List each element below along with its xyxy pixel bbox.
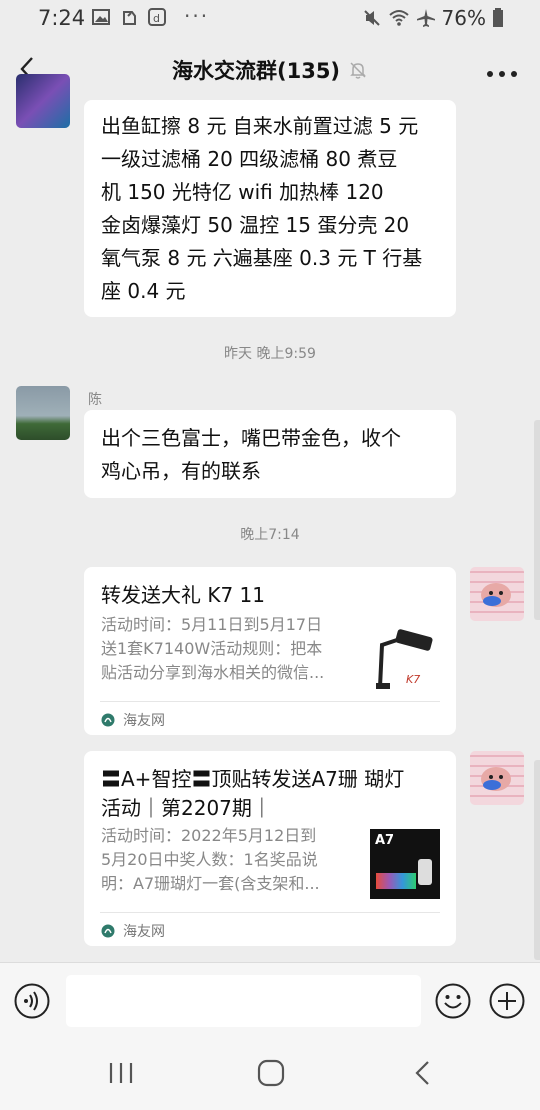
emoji-button[interactable]	[435, 983, 471, 1019]
message-line: 出鱼缸擦 8 元 自来水前置过滤 5 元	[101, 114, 419, 138]
card-source-name: 海友网	[123, 924, 165, 940]
card-desc-line: 活动时间：2022年5月12日到	[101, 826, 317, 845]
card-desc-line: 明：A7珊瑚灯一套(含支架和...	[101, 874, 320, 893]
chat-header: 海水交流群(135)	[0, 38, 540, 100]
message-bubble[interactable]: 出个三色富士，嘴巴带金色，收个 鸡心吊，有的联系	[84, 410, 456, 498]
more-dots-icon	[487, 71, 517, 77]
lamp-thumbnail-icon: K7	[376, 629, 433, 689]
card-source: 海友网	[101, 921, 165, 941]
message-line: 金卤爆藻灯 50 温控 15 蛋分壳 20	[101, 213, 410, 237]
status-bar: 7:24 d ··· 76%	[0, 0, 540, 38]
card-description: 活动时间：5月11日到5月17日 送1套K7140W活动规则：把本 贴活动分享到…	[101, 613, 351, 685]
status-right: 76%	[362, 6, 504, 30]
message-line: 氧气泵 8 元 六遍基座 0.3 元 T 行基	[101, 246, 423, 270]
avatar-self[interactable]	[470, 751, 524, 805]
card-desc-line: 贴活动分享到海水相关的微信...	[101, 663, 325, 682]
chat-title: 海水交流群(135)	[172, 59, 341, 83]
status-more-dots: ···	[184, 4, 210, 28]
status-time: 7:24	[38, 6, 86, 30]
system-back-button[interactable]	[408, 1058, 438, 1088]
edge-panel-handle[interactable]	[534, 420, 540, 620]
airplane-icon	[416, 9, 435, 27]
mute-vibrate-icon	[363, 10, 380, 26]
back-arrow-icon	[415, 1061, 429, 1085]
bell-off-icon	[350, 62, 366, 79]
card-desc-line: 5月20日中奖人数：1名奖品说	[101, 850, 318, 869]
cartoon-pig-icon	[481, 583, 511, 607]
message-bubble[interactable]: 出鱼缸擦 8 元 自来水前置过滤 5 元 一级过滤桶 20 四级滤桶 80 煮豆…	[84, 100, 456, 317]
message-text: 出鱼缸擦 8 元 自来水前置过滤 5 元 一级过滤桶 20 四级滤桶 80 煮豆…	[101, 110, 422, 308]
card-source: 海友网	[101, 710, 165, 730]
message-text: 出个三色富士，嘴巴带金色，收个 鸡心吊，有的联系	[101, 422, 401, 488]
card-title-line: 活动｜第2207期｜	[101, 796, 272, 820]
link-card[interactable]: 转发送大礼 K7 11 活动时间：5月11日到5月17日 送1套K7140W活动…	[84, 567, 456, 735]
source-logo-icon	[101, 924, 115, 938]
recents-icon	[109, 1063, 133, 1083]
card-divider	[100, 912, 440, 913]
cartoon-pig-icon	[481, 767, 511, 791]
card-source-name: 海友网	[123, 713, 165, 729]
battery-percent: 76%	[441, 6, 486, 30]
plus-circle-icon	[489, 983, 525, 1019]
emoji-icon	[435, 983, 471, 1019]
card-thumbnail: A7	[370, 829, 440, 899]
card-divider	[100, 701, 440, 702]
avatar[interactable]	[16, 386, 70, 440]
voice-icon	[14, 983, 50, 1019]
voice-button[interactable]	[14, 983, 50, 1019]
message-line: 出个三色富士，嘴巴带金色，收个	[101, 426, 401, 450]
system-nav-bar	[0, 1038, 540, 1110]
recent-apps-button[interactable]	[106, 1058, 136, 1088]
card-thumbnail: K7	[370, 625, 440, 695]
notification-icons: d	[92, 8, 166, 26]
message-line: 机 150 光特亿 wifi 加热棒 120	[101, 180, 384, 204]
thumb-text: K7	[406, 673, 420, 686]
message-line: 座 0.4 元	[101, 279, 186, 303]
avatar[interactable]	[16, 74, 70, 128]
message-line: 鸡心吊，有的联系	[101, 459, 261, 483]
app-d-icon: d	[148, 8, 166, 26]
sender-name: 陈	[88, 392, 102, 408]
card-desc-line: 送1套K7140W活动规则：把本	[101, 639, 323, 658]
chat-timestamp: 昨天 晚上9:59	[224, 346, 316, 362]
chat-input-bar	[0, 962, 540, 1039]
avatar-self[interactable]	[470, 567, 524, 621]
message-input[interactable]	[66, 975, 421, 1027]
more-options-button[interactable]	[486, 64, 518, 77]
chat-title-group[interactable]: 海水交流群(135)	[172, 55, 368, 85]
wifi-icon	[388, 10, 409, 26]
svg-text:d: d	[153, 12, 160, 25]
battery-icon	[493, 8, 503, 27]
home-icon	[257, 1059, 285, 1087]
chat-timestamp: 晚上7:14	[240, 527, 300, 543]
edge-panel-handle[interactable]	[534, 760, 540, 960]
card-description: 活动时间：2022年5月12日到 5月20日中奖人数：1名奖品说 明：A7珊瑚灯…	[101, 824, 351, 896]
package-icon	[120, 8, 138, 26]
card-title: 〓A+智控〓顶贴转发送A7珊 瑚灯 活动｜第2207期｜	[101, 765, 404, 823]
phone-image	[418, 859, 432, 885]
gallery-icon	[92, 8, 110, 26]
coral-image	[376, 873, 416, 889]
source-logo-icon	[101, 713, 115, 727]
card-title: 转发送大礼 K7 11	[101, 583, 266, 607]
home-button[interactable]	[256, 1058, 286, 1088]
card-title-line: 〓A+智控〓顶贴转发送A7珊 瑚灯	[101, 767, 405, 791]
card-desc-line: 活动时间：5月11日到5月17日	[101, 615, 323, 634]
thumb-text: A7	[375, 833, 395, 848]
message-line: 一级过滤桶 20 四级滤桶 80 煮豆	[101, 147, 398, 171]
link-card[interactable]: 〓A+智控〓顶贴转发送A7珊 瑚灯 活动｜第2207期｜ 活动时间：2022年5…	[84, 751, 456, 946]
add-button[interactable]	[489, 983, 525, 1019]
